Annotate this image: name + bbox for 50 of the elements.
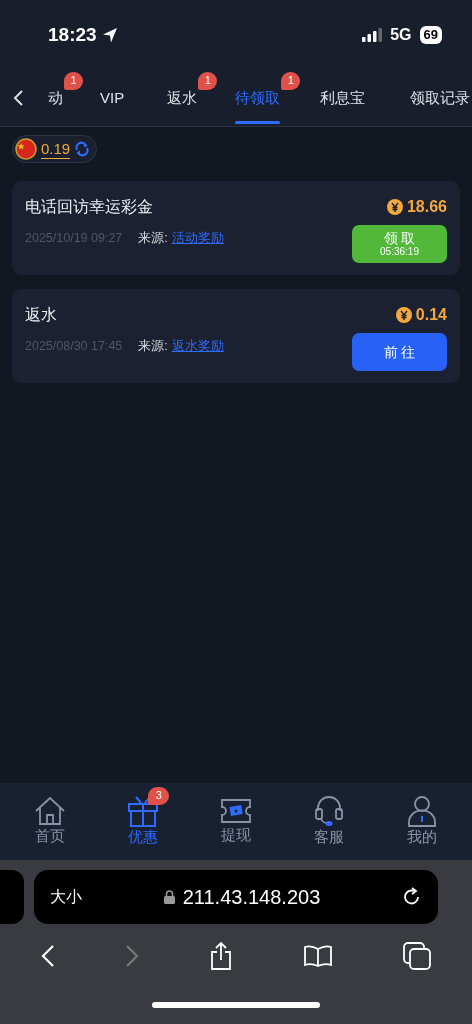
- book-icon[interactable]: [303, 944, 333, 968]
- tab[interactable]: 返水: [167, 69, 198, 127]
- refresh-icon[interactable]: [74, 141, 91, 157]
- notification-badge: 1: [198, 71, 218, 90]
- address-bar[interactable]: 大小 211.43.148.203: [34, 870, 438, 924]
- location-icon: [100, 26, 119, 44]
- tabs-icon[interactable]: [403, 942, 431, 970]
- tab[interactable]: 利息宝: [320, 69, 366, 127]
- nav-tab[interactable]: 客服: [293, 794, 364, 849]
- notification-badge: 3: [148, 786, 170, 805]
- tab[interactable]: VIP: [100, 69, 125, 127]
- forward-icon[interactable]: [125, 944, 139, 968]
- go-button[interactable]: 前 往: [352, 333, 447, 371]
- notification-badge: 1: [64, 71, 83, 90]
- back-icon[interactable]: [12, 89, 26, 107]
- network-label: 5G: [390, 25, 412, 45]
- text-size-button[interactable]: 大小: [50, 885, 82, 909]
- url-text: 211.43.148.203: [182, 885, 321, 910]
- signal-icon: [362, 28, 383, 42]
- nav-tab[interactable]: 首页: [15, 795, 86, 848]
- nav-tab[interactable]: 提现: [201, 796, 271, 847]
- share-icon[interactable]: [209, 941, 233, 971]
- reward-amount: 18.66: [406, 197, 447, 217]
- nav-tab[interactable]: 我的: [386, 794, 457, 849]
- source-label: 来源:: [138, 230, 168, 247]
- yuan-coin-icon: [386, 199, 403, 215]
- source-link[interactable]: 返水奖励: [171, 337, 224, 356]
- home-icon: [34, 795, 67, 826]
- source-label: 来源:: [138, 338, 168, 355]
- notification-badge: 1: [281, 71, 301, 90]
- reward-date: 2025/10/19 09:27: [25, 230, 123, 247]
- clock-time: 18:23: [48, 22, 97, 47]
- tab[interactable]: 待领取: [235, 69, 281, 127]
- person-icon: [405, 794, 438, 827]
- yuan-coin-icon: [395, 307, 412, 323]
- reload-icon[interactable]: [402, 887, 422, 907]
- source-link[interactable]: 活动奖励: [171, 229, 224, 248]
- tab[interactable]: 领取记录: [410, 69, 471, 127]
- reward-title: 电话回访幸运彩金: [25, 197, 153, 217]
- tab[interactable]: 动: [48, 69, 63, 127]
- flag-icon: [15, 138, 37, 160]
- battery-indicator: 69: [419, 26, 442, 44]
- headset-icon: [312, 794, 345, 827]
- back-icon[interactable]: [41, 944, 55, 968]
- reward-amount: 0.14: [415, 305, 447, 325]
- balance-amount: 0.19: [41, 139, 71, 159]
- reward-date: 2025/08/30 17:45: [25, 338, 123, 355]
- ticket-icon: [220, 796, 252, 825]
- reward-title: 返水: [25, 305, 57, 325]
- lock-icon: [163, 890, 175, 904]
